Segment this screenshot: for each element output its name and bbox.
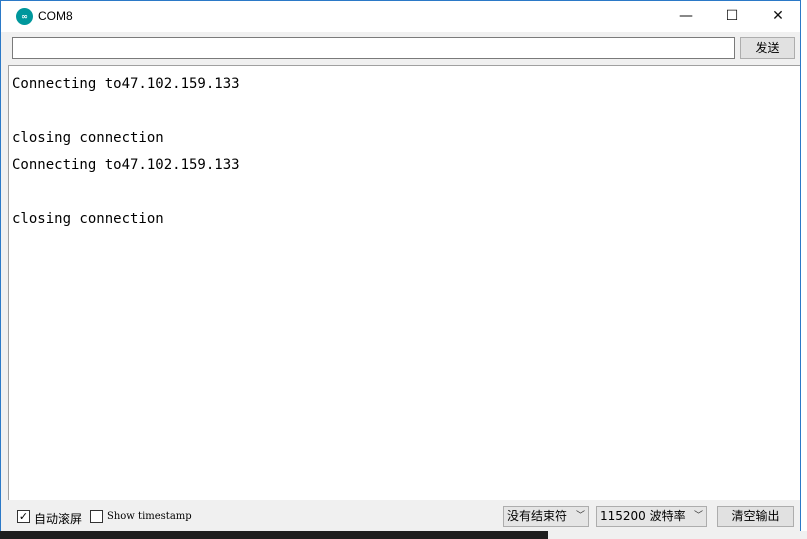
output-line: Connecting to47.102.159.133 [12,76,240,92]
serial-monitor-window: ∞ COM8 — ☐ ✕ 发送 Connecting to47.102.159.… [0,0,801,531]
baud-rate-select[interactable]: 115200 波特率 ﹀ [596,506,707,527]
clear-output-button[interactable]: 清空输出 [717,506,794,527]
serial-output[interactable]: Connecting to47.102.159.133 closing conn… [8,65,800,500]
baud-rate-value: 115200 波特率 [600,509,686,523]
timestamp-label[interactable]: Show timestamp [107,511,192,522]
background-desktop [800,0,807,539]
output-line: closing connection [12,211,164,227]
autoscroll-checkbox[interactable]: ✓ [17,510,30,523]
close-button[interactable]: ✕ [755,1,801,32]
title-bar[interactable]: ∞ COM8 — ☐ ✕ [1,1,800,32]
send-input[interactable] [12,37,735,59]
line-ending-value: 没有结束符 [507,509,568,523]
timestamp-checkbox[interactable] [90,510,103,523]
line-ending-select[interactable]: 没有结束符 ﹀ [503,506,589,527]
maximize-button[interactable]: ☐ [709,1,755,32]
output-line: closing connection [12,130,164,146]
background-panel [548,531,807,539]
autoscroll-label[interactable]: 自动滚屏 [34,510,82,527]
window-title: COM8 [38,9,73,23]
minimize-button[interactable]: — [663,1,709,32]
status-bar: ✓ 自动滚屏 Show timestamp 没有结束符 ﹀ 115200 波特率… [1,501,800,531]
chevron-down-icon: ﹀ [693,511,703,521]
send-row: 发送 [1,32,800,65]
arduino-icon: ∞ [16,8,33,25]
chevron-down-icon: ﹀ [575,511,585,521]
send-button[interactable]: 发送 [740,37,795,59]
output-line: Connecting to47.102.159.133 [12,157,240,173]
